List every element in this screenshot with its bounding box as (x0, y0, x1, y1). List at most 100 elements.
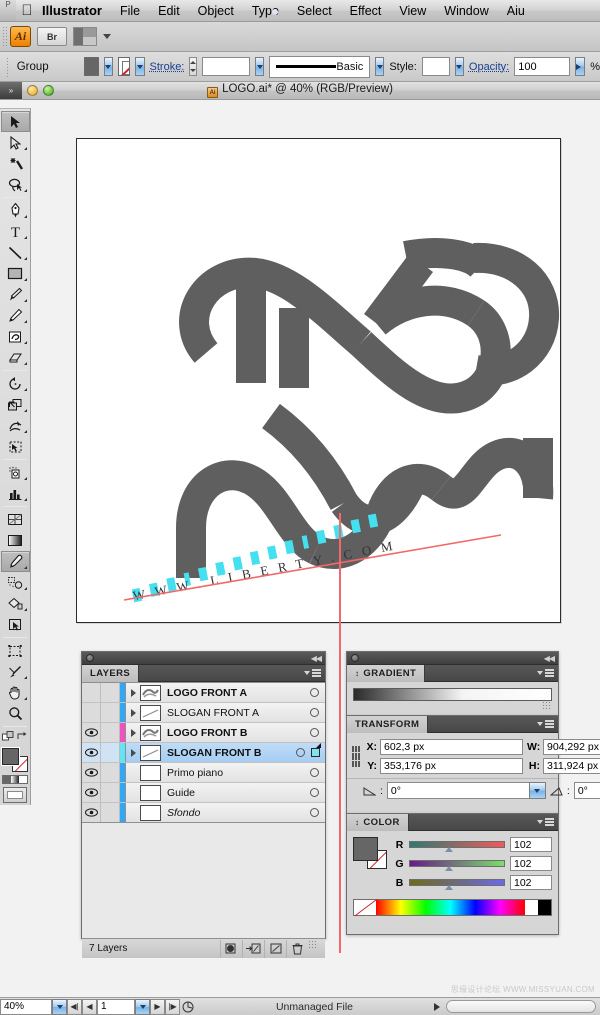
spectrum-black-swatch[interactable] (538, 900, 551, 915)
layer-visibility-toggle[interactable] (82, 703, 101, 722)
stroke-weight-stepper[interactable] (189, 57, 198, 76)
rotate-tool[interactable] (1, 373, 30, 394)
green-slider-track[interactable] (409, 860, 505, 871)
mesh-tool[interactable] (1, 509, 30, 530)
layer-row[interactable]: SLOGAN FRONT A (82, 703, 325, 723)
menu-item-edit[interactable]: Edit (149, 0, 189, 22)
gradient-ramp[interactable] (353, 688, 552, 701)
paintbrush-tool[interactable] (1, 284, 30, 305)
layer-name[interactable]: Guide (167, 787, 310, 799)
layer-name[interactable]: LOGO FRONT B (167, 727, 310, 739)
fill-stroke-indicator[interactable] (2, 748, 28, 772)
menu-item-illustrator[interactable]: Illustrator (38, 0, 111, 22)
stroke-weight-input[interactable] (202, 57, 251, 76)
color-mode-buttons[interactable] (2, 775, 28, 784)
shear-angle-control[interactable] (573, 782, 600, 799)
zoom-level-input[interactable] (0, 998, 52, 1015)
status-text[interactable]: Unmanaged File (195, 1001, 434, 1013)
layer-disclosure-triangle[interactable] (126, 748, 140, 757)
eraser-tool[interactable] (1, 347, 30, 368)
make-clipping-mask-button[interactable] (220, 939, 242, 958)
layer-row[interactable]: Guide (82, 783, 325, 803)
artboard-tool[interactable] (1, 640, 30, 661)
layer-lock-toggle[interactable] (101, 763, 120, 782)
blend-tool[interactable] (1, 572, 30, 593)
toolbox-fill-swatch[interactable] (2, 748, 19, 765)
transform-w-input[interactable] (543, 739, 600, 755)
layer-lock-toggle[interactable] (101, 783, 120, 802)
red-value-input[interactable] (510, 837, 552, 852)
transform-h-input[interactable] (543, 758, 600, 774)
spectrum-hue-ramp[interactable] (376, 900, 525, 915)
layer-name[interactable]: Primo piano (167, 767, 310, 779)
fill-swatch-dropdown[interactable] (103, 57, 113, 76)
rotate-angle-input[interactable] (386, 782, 529, 799)
layer-row[interactable]: SLOGAN FRONT B (82, 743, 325, 763)
create-new-sublayer-button[interactable] (242, 939, 264, 958)
layer-target-indicator[interactable] (310, 808, 319, 817)
layer-target-indicator[interactable] (310, 688, 319, 697)
direct-selection-tool[interactable] (1, 132, 30, 153)
layer-visibility-toggle[interactable] (82, 743, 101, 762)
green-value-input[interactable] (510, 856, 552, 871)
menu-item-view[interactable]: View (390, 0, 435, 22)
layer-target-indicator[interactable] (310, 728, 319, 737)
layer-name[interactable]: LOGO FRONT A (167, 687, 310, 699)
menu-item-window[interactable]: Window (435, 0, 497, 22)
tab-color[interactable]: ↕ COLOR (347, 813, 409, 831)
rotate-angle-dropdown[interactable] (528, 782, 546, 799)
symbol-sprayer-tool[interactable] (1, 462, 30, 483)
zoom-tool[interactable] (1, 703, 30, 724)
pencil-tool[interactable] (1, 305, 30, 326)
layer-name[interactable]: SLOGAN FRONT A (167, 707, 310, 719)
artboard-number-input[interactable] (97, 998, 135, 1015)
control-bar-grip[interactable] (6, 56, 9, 77)
pen-tool[interactable] (1, 200, 30, 221)
blue-value-input[interactable] (510, 875, 552, 890)
blue-slider-knob[interactable] (445, 885, 454, 890)
graphic-style-dropdown[interactable] (454, 57, 464, 76)
transform-panel-menu-button[interactable] (537, 720, 558, 728)
gradient-panel-titlebar[interactable]: ◀◀ (347, 652, 558, 665)
layer-disclosure-triangle[interactable] (126, 728, 140, 737)
stroke-color-swatch[interactable] (117, 57, 131, 76)
layers-panel-menu-button[interactable] (304, 669, 325, 677)
blue-slider-track[interactable] (409, 879, 505, 890)
panel-resize-grip[interactable] (308, 939, 317, 949)
layer-name[interactable]: Sfondo (167, 807, 310, 819)
delete-layer-button[interactable] (286, 939, 308, 958)
layer-lock-toggle[interactable] (101, 803, 120, 822)
red-slider-knob[interactable] (445, 847, 454, 852)
gradient-button[interactable] (11, 776, 19, 783)
opacity-input[interactable] (514, 57, 571, 76)
rotate-angle-control[interactable] (386, 782, 546, 799)
screen-mode-button[interactable] (3, 787, 27, 803)
layer-visibility-toggle[interactable] (82, 763, 101, 782)
default-fill-stroke-icon[interactable] (2, 731, 14, 742)
create-new-layer-button[interactable] (264, 939, 286, 958)
live-paint-bucket-tool[interactable] (1, 593, 30, 614)
live-paint-selection-tool[interactable] (1, 614, 30, 635)
layer-visibility-toggle[interactable] (82, 723, 101, 742)
opacity-label[interactable]: Opacity: (469, 61, 509, 73)
stroke-profile-dropdown[interactable] (375, 57, 385, 76)
menu-item-effect[interactable]: Effect (341, 0, 391, 22)
panel-close-icon[interactable] (351, 654, 359, 662)
swap-fill-stroke-icon[interactable] (17, 731, 28, 742)
transform-x-input[interactable] (380, 739, 523, 755)
type-tool[interactable]: T (1, 221, 30, 242)
layer-row[interactable]: Primo piano (82, 763, 325, 783)
logo-artwork[interactable]: WWW.LIBERTY.COM (76, 138, 561, 623)
color-panel-swatches[interactable] (353, 837, 387, 869)
tab-layers[interactable]: LAYERS (82, 664, 140, 682)
collapse-panel-icon[interactable]: ◀◀ (544, 654, 555, 663)
artboard-number-dropdown[interactable] (135, 998, 150, 1015)
blob-brush-tool[interactable] (1, 326, 30, 347)
free-transform-tool[interactable] (1, 436, 30, 457)
last-artboard-button[interactable]: |▶ (165, 998, 180, 1015)
line-segment-tool[interactable] (1, 242, 30, 263)
collapse-panel-icon[interactable]: ◀◀ (311, 654, 322, 663)
gradient-tool[interactable] (1, 530, 30, 551)
panel-resize-grip[interactable] (542, 701, 552, 711)
layer-row[interactable]: LOGO FRONT A (82, 683, 325, 703)
